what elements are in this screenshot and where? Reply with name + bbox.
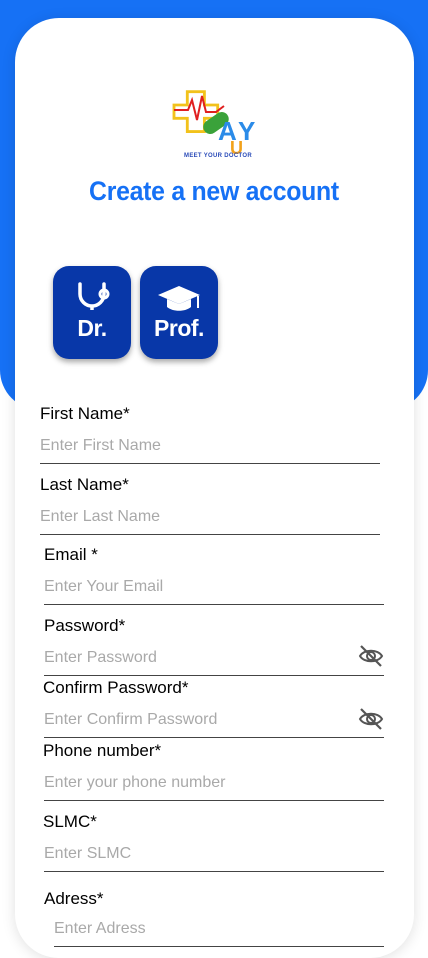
eye-off-icon[interactable]	[358, 644, 384, 668]
password-label: Password*	[44, 616, 126, 635]
page-title: Create a new account	[89, 176, 339, 206]
address-input[interactable]	[54, 912, 384, 947]
eye-off-icon[interactable]	[358, 707, 384, 731]
first-name-input[interactable]	[40, 429, 380, 464]
app-logo: A Y U MEET YOUR DOCTOR	[172, 86, 264, 164]
phone-label: Phone number*	[43, 741, 162, 760]
password-input[interactable]	[44, 641, 384, 676]
slmc-label: SLMC*	[43, 812, 97, 831]
role-button-doctor[interactable]: Dr.	[53, 266, 131, 359]
confirm-password-label: Confirm Password*	[43, 678, 189, 697]
slmc-input[interactable]	[44, 837, 384, 872]
address-label: Adress*	[44, 889, 104, 908]
stethoscope-icon	[53, 280, 131, 314]
logo-tagline: MEET YOUR DOCTOR	[184, 153, 252, 159]
email-input[interactable]	[44, 570, 384, 605]
role-label-professor: Prof.	[154, 315, 204, 341]
graduation-cap-icon	[140, 280, 218, 314]
role-button-professor[interactable]: Prof.	[140, 266, 218, 359]
email-label: Email *	[44, 545, 98, 564]
last-name-label: Last Name*	[40, 475, 129, 494]
role-label-doctor: Dr.	[77, 315, 107, 341]
phone-input[interactable]	[44, 766, 384, 801]
confirm-password-input[interactable]	[44, 703, 384, 738]
first-name-label: First Name*	[40, 404, 130, 423]
last-name-input[interactable]	[40, 500, 380, 535]
